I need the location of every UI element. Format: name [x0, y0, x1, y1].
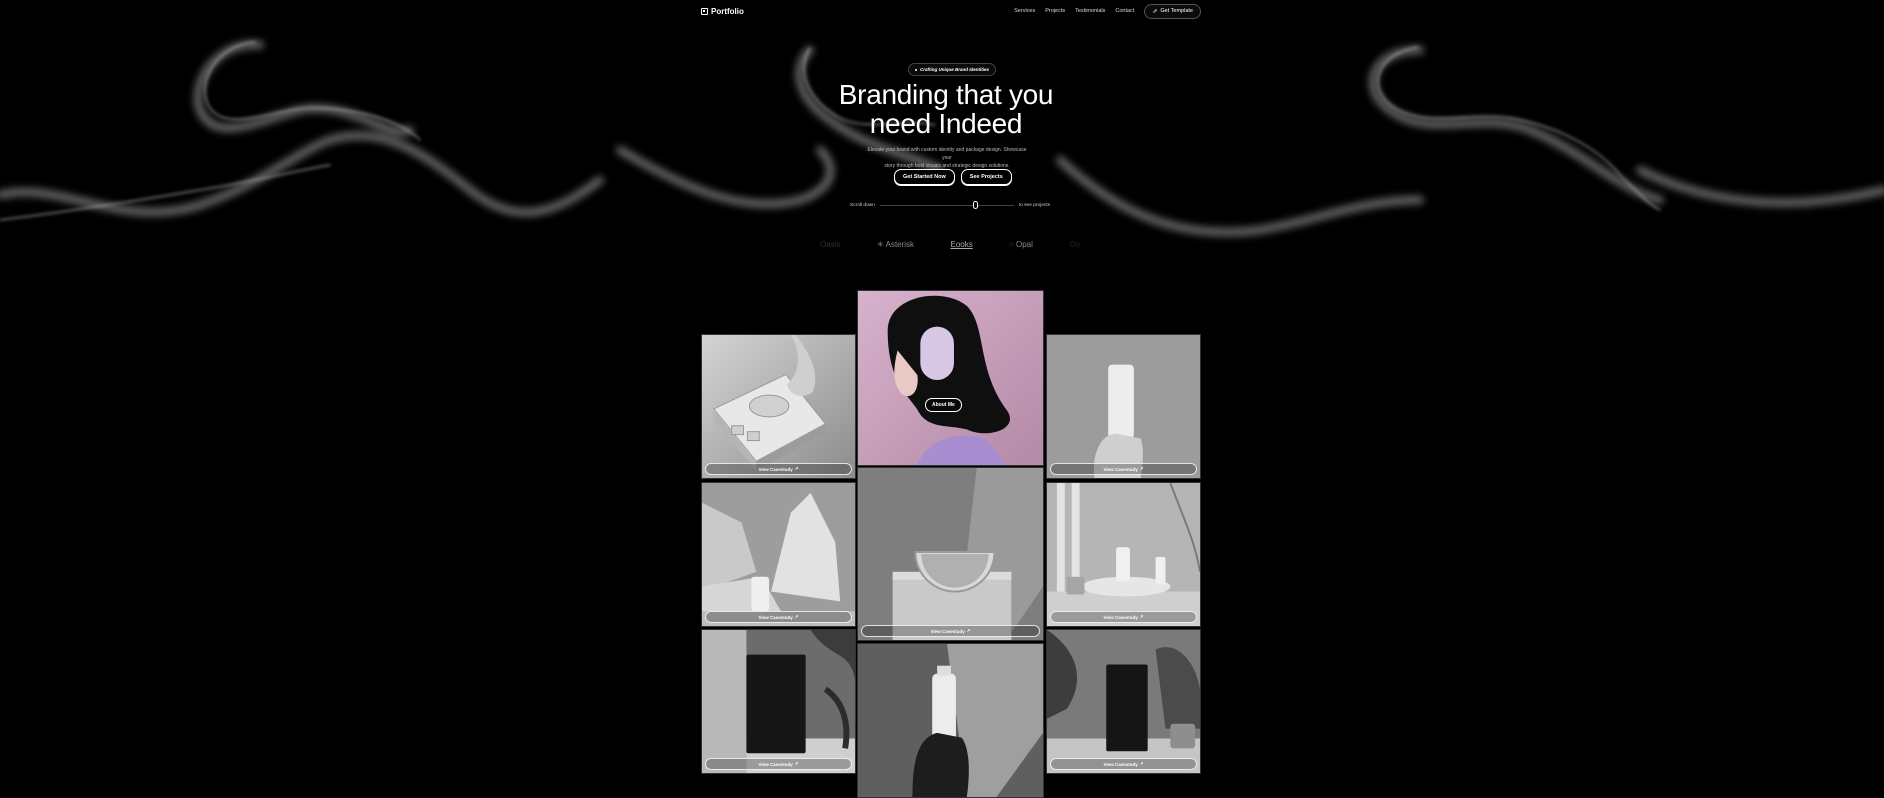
hero-pill: Crafting Unique Brand Identities — [908, 63, 997, 76]
top-nav: Portfolio Services Projects Testimonials… — [701, 3, 1201, 19]
mouse-icon — [972, 201, 978, 209]
arrow-up-right-icon: ↗ — [1139, 466, 1144, 471]
scroll-right-label: to see projects — [1018, 203, 1050, 208]
logo-opal: ◌ Opal — [1009, 240, 1033, 249]
hero-subtitle: Elevate your brand with custom identity … — [862, 146, 1032, 170]
project-tile-hand-bottle[interactable] — [857, 643, 1044, 798]
hero-pill-label: Crafting Unique Brand Identities — [920, 67, 990, 72]
template-icon: ⇗ — [1152, 8, 1158, 15]
coffee-bag-image — [1047, 630, 1200, 773]
nav-links: Services Projects Testimonials Contact ⇗… — [1014, 3, 1201, 19]
hero-title: Branding that you need Indeed — [792, 80, 1100, 138]
project-tile-skincare[interactable]: View Casestudy ↗ — [1046, 482, 1201, 627]
project-tile-grapefruit[interactable]: View Casestudy ↗ — [857, 467, 1044, 641]
arrow-up-right-icon: ↗ — [794, 614, 799, 619]
scroll-line — [879, 201, 1014, 209]
get-started-button[interactable]: Get Started Now — [894, 169, 955, 185]
logo-partial: Oo — [1069, 240, 1080, 249]
brand[interactable]: Portfolio — [701, 7, 744, 16]
arrow-up-right-icon: ↗ — [966, 628, 971, 633]
see-projects-button[interactable]: See Projects — [960, 169, 1012, 185]
logo-strip: Oasis ✳ Asterisk Eooks ◌ Opal Oo — [820, 240, 1080, 249]
project-tile-coffee-bag[interactable]: View Casestudy ↗ — [1046, 629, 1201, 774]
arrow-up-right-icon: ↗ — [1139, 614, 1144, 619]
pouch-image — [702, 630, 855, 773]
nav-link-projects[interactable]: Projects — [1045, 8, 1065, 14]
logo-oasis: Oasis — [820, 240, 841, 249]
project-tile-tube[interactable]: View Casestudy ↗ — [1046, 334, 1201, 479]
portfolio-logo-icon — [701, 7, 708, 15]
arrow-up-right-icon: ↗ — [1139, 761, 1144, 766]
grapefruit-image — [858, 468, 1043, 640]
device-image — [702, 335, 855, 478]
view-casestudy-button[interactable]: View Casestudy ↗ — [705, 611, 852, 623]
project-tile-device[interactable]: View Casestudy ↗ — [701, 334, 856, 479]
about-me-button[interactable]: About Me — [925, 398, 962, 412]
hand-bottle-image — [858, 644, 1043, 797]
scroll-indicator: Scroll down to see projects — [850, 201, 1050, 209]
view-casestudy-button[interactable]: View Casestudy ↗ — [705, 463, 852, 475]
logo-asterisk: ✳ Asterisk — [876, 240, 915, 249]
get-template-button[interactable]: ⇗ Get Template — [1144, 3, 1201, 19]
project-tile-pouch[interactable]: View Casestudy ↗ — [701, 629, 856, 774]
logo-eooks: Eooks — [950, 240, 973, 249]
view-casestudy-button[interactable]: View Casestudy ↗ — [705, 758, 852, 770]
scroll-left-label: Scroll down — [850, 203, 875, 208]
get-template-label: Get Template — [1160, 8, 1193, 14]
about-tile-portrait[interactable]: About Me — [857, 290, 1044, 466]
view-casestudy-button[interactable]: View Casestudy ↗ — [1050, 758, 1197, 770]
brand-name: Portfolio — [711, 6, 744, 16]
skincare-image — [1047, 483, 1200, 626]
view-casestudy-button[interactable]: View Casestudy ↗ — [861, 625, 1040, 637]
hero-title-line-2: need Indeed — [869, 108, 1023, 139]
arrow-up-right-icon: ↗ — [794, 761, 799, 766]
rocks-image — [702, 483, 855, 626]
view-casestudy-button[interactable]: View Casestudy ↗ — [1050, 463, 1197, 475]
project-tile-rocks[interactable]: View Casestudy ↗ — [701, 482, 856, 627]
nav-link-services[interactable]: Services — [1014, 8, 1035, 14]
dot-icon — [915, 68, 917, 71]
tube-image — [1047, 335, 1200, 478]
portrait-image — [858, 291, 1043, 465]
hero-title-line-1: Branding that you — [838, 79, 1054, 110]
hero-buttons: Get Started Now See Projects — [894, 169, 1012, 185]
opal-icon: ◌ — [1009, 240, 1014, 249]
nav-link-testimonials[interactable]: Testimonials — [1075, 8, 1105, 14]
nav-link-contact[interactable]: Contact — [1115, 8, 1134, 14]
arrow-up-right-icon: ↗ — [794, 466, 799, 471]
asterisk-icon: ✳ — [876, 240, 884, 249]
view-casestudy-button[interactable]: View Casestudy ↗ — [1050, 611, 1197, 623]
hero-subtitle-line-1: Elevate your brand with custom identity … — [867, 147, 1027, 161]
